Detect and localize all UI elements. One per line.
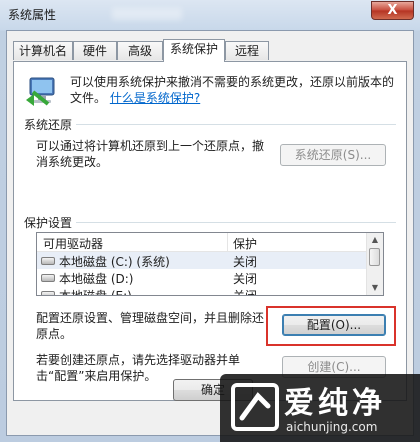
scroll-thumb[interactable] bbox=[369, 248, 380, 266]
drive-protection-status: 关闭 bbox=[233, 272, 258, 286]
drive-name: 本地磁盘 (D:) bbox=[59, 272, 134, 286]
scroll-up-arrow-icon[interactable]: ▲ bbox=[367, 233, 383, 247]
system-protection-icon bbox=[24, 72, 60, 112]
intro-paragraph: 可以使用系统保护来撤消不需要的系统更改，还原以前版本的文件。 什么是系统保护? bbox=[70, 74, 400, 106]
drive-list-header: 可用驱动器 保护 bbox=[37, 233, 367, 252]
tab-remote[interactable]: 远程 bbox=[225, 41, 269, 60]
protection-settings-divider bbox=[24, 222, 396, 223]
system-protection-panel: 可以使用系统保护来撤消不需要的系统更改，还原以前版本的文件。 什么是系统保护? … bbox=[13, 61, 407, 401]
configure-description: 配置还原设置、管理磁盘空间，并且删除还原点。 bbox=[36, 311, 265, 341]
title-bar[interactable]: 系统属性 X bbox=[0, 0, 420, 28]
drive-name: 本地磁盘 (C:) (系统) bbox=[59, 255, 170, 269]
blurred-title-area bbox=[112, 8, 182, 20]
close-button[interactable]: X bbox=[371, 1, 414, 20]
hard-drive-icon bbox=[41, 257, 55, 265]
drive-protection-status: 关闭 bbox=[233, 289, 258, 296]
drive-row[interactable]: 本地磁盘 (E:) 关闭 bbox=[37, 286, 367, 296]
system-properties-window: 系统属性 X 计算机名 硬件 高级 系统保护 远程 可以使用系统保护来撤消不需要… bbox=[0, 0, 420, 442]
system-restore-divider bbox=[24, 124, 396, 125]
protection-settings-group-title: 保护设置 bbox=[24, 214, 77, 231]
tab-system-protection[interactable]: 系统保护 bbox=[163, 39, 225, 62]
system-restore-group-title: 系统还原 bbox=[24, 116, 77, 133]
column-header-drives[interactable]: 可用驱动器 bbox=[43, 235, 103, 252]
drive-protection-status: 关闭 bbox=[233, 255, 258, 269]
tab-hardware[interactable]: 硬件 bbox=[73, 41, 117, 60]
watermark-text: 爱纯净 bbox=[284, 386, 386, 421]
drive-name: 本地磁盘 (E:) bbox=[59, 289, 132, 296]
system-restore-description: 可以通过将计算机还原到上一个还原点，撤消系统更改。 bbox=[36, 139, 265, 169]
drive-list-scrollbar[interactable]: ▲ ▼ bbox=[366, 233, 383, 295]
tab-advanced[interactable]: 高级 bbox=[117, 41, 163, 60]
drive-row[interactable]: 本地磁盘 (D:) 关闭 bbox=[37, 269, 367, 286]
tab-computer-name[interactable]: 计算机名 bbox=[13, 41, 73, 60]
watermark: 爱纯净 aichunjing.com bbox=[220, 374, 420, 442]
drive-list[interactable]: 可用驱动器 保护 本地磁盘 (C:) (系统) 关闭 本地磁盘 (D:) 关闭 … bbox=[36, 232, 384, 296]
window-title: 系统属性 bbox=[8, 8, 57, 22]
scroll-down-arrow-icon[interactable]: ▼ bbox=[367, 281, 383, 295]
system-restore-button[interactable]: 系统还原(S)... bbox=[280, 144, 386, 166]
configure-button[interactable]: 配置(O)... bbox=[282, 314, 386, 336]
hard-drive-icon bbox=[41, 291, 55, 295]
column-header-protection[interactable]: 保护 bbox=[233, 235, 257, 252]
what-is-system-protection-link[interactable]: 什么是系统保护? bbox=[110, 91, 200, 105]
hard-drive-icon bbox=[41, 274, 55, 282]
watermark-url: aichunjing.com bbox=[286, 420, 378, 434]
column-separator bbox=[227, 233, 228, 251]
drive-row[interactable]: 本地磁盘 (C:) (系统) 关闭 bbox=[37, 252, 367, 269]
watermark-logo-icon bbox=[231, 383, 279, 431]
